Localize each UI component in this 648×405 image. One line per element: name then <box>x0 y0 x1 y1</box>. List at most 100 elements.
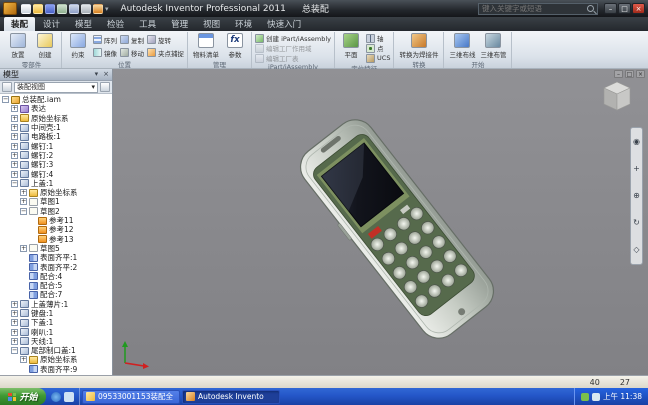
tree-item[interactable]: 表面齐平:9 <box>0 365 112 374</box>
expand-toggle-icon[interactable] <box>11 114 18 122</box>
print-icon[interactable] <box>81 3 91 14</box>
expand-toggle-icon[interactable] <box>11 142 18 150</box>
tree-item[interactable]: 螺钉:1 <box>0 141 112 151</box>
ribbon-small-button[interactable]: 移动 <box>120 46 144 59</box>
app-title: Autodesk Inventor Professional 2011 <box>120 3 286 14</box>
nav-pan-icon[interactable] <box>633 165 640 173</box>
tree-item[interactable]: 上盖薄片:1 <box>0 300 112 309</box>
application-menu-icon[interactable] <box>3 2 17 15</box>
nav-look-icon[interactable] <box>633 246 639 254</box>
expand-toggle-icon[interactable] <box>11 133 18 141</box>
ribbon-small-button[interactable]: 点 <box>366 43 390 53</box>
open-icon[interactable] <box>33 3 43 14</box>
taskbar-task[interactable]: 09533001153装配全 <box>82 389 180 404</box>
browser-search-icon[interactable] <box>100 82 110 92</box>
filter-icon[interactable] <box>2 82 12 92</box>
ribbon-tab[interactable]: 快速入门 <box>260 17 308 31</box>
tree-item[interactable]: 螺钉:3 <box>0 160 112 169</box>
expand-toggle-icon[interactable] <box>11 151 18 159</box>
nav-wheel-icon[interactable] <box>633 138 640 146</box>
qat-customize-chevron-icon[interactable]: ▾ <box>105 5 109 13</box>
tree-item[interactable]: 螺钉:4 <box>0 169 112 179</box>
doc-close-button[interactable] <box>636 70 645 78</box>
ribbon-big-button[interactable]: 三维布线 <box>447 32 477 59</box>
ribbon-big-button[interactable]: 创建 <box>32 32 58 59</box>
ribbon-small-button[interactable]: 夹点捕捉 <box>147 46 184 59</box>
expand-toggle-icon[interactable] <box>11 347 18 355</box>
expand-toggle-icon[interactable] <box>2 96 9 104</box>
expand-toggle-icon[interactable] <box>11 161 18 169</box>
tree-item[interactable]: 总装配.iam <box>0 95 112 104</box>
taskbar-task[interactable]: Autodesk Invento <box>182 389 280 404</box>
expand-toggle-icon[interactable] <box>11 124 18 132</box>
doc-minimize-button[interactable] <box>614 70 623 78</box>
ribbon-big-button[interactable]: 参数 <box>222 32 248 59</box>
graphics-viewport[interactable] <box>113 69 648 375</box>
nav-zoom-icon[interactable] <box>633 192 640 200</box>
tree-item[interactable]: 键盘:1 <box>0 309 112 318</box>
ribbon-small-button[interactable]: UCS <box>366 53 390 63</box>
tree-item[interactable]: 喇叭:1 <box>0 327 112 337</box>
tree-item[interactable]: 螺钉:2 <box>0 151 112 160</box>
show-desktop-icon[interactable] <box>64 391 74 402</box>
browser-view-dropdown[interactable]: 装配视图 ▾ <box>14 81 98 93</box>
expand-toggle-icon[interactable] <box>11 105 18 113</box>
browser-menu-chevron-icon[interactable]: ▾ <box>95 71 99 78</box>
ribbon-small-button[interactable]: 轴 <box>366 33 390 43</box>
expand-toggle-icon[interactable] <box>11 170 18 178</box>
expand-toggle-icon[interactable] <box>20 198 27 206</box>
ribbon-big-button[interactable]: 转换为焊接件 <box>397 32 440 59</box>
expand-toggle-icon[interactable] <box>11 179 18 187</box>
nav-orbit-icon[interactable] <box>633 219 640 227</box>
redo-icon[interactable] <box>69 3 79 14</box>
ie-icon[interactable] <box>51 391 61 402</box>
update-icon[interactable] <box>93 3 103 14</box>
ribbon-tab[interactable]: 工具 <box>132 17 163 31</box>
expand-toggle-icon[interactable] <box>20 189 27 197</box>
ribbon-small-button[interactable]: 创建 iPart/iAssembly <box>255 33 331 43</box>
search-icon[interactable] <box>587 5 594 12</box>
ribbon-tab[interactable]: 模型 <box>68 17 99 31</box>
volume-icon[interactable] <box>592 392 600 401</box>
ribbon-small-button[interactable]: 镜像 <box>93 46 117 59</box>
browser-close-icon[interactable]: × <box>103 71 109 78</box>
ribbon-small-button[interactable]: 旋转 <box>147 33 184 46</box>
ribbon-tab[interactable]: 环境 <box>228 17 259 31</box>
search-input[interactable] <box>482 4 584 13</box>
expand-toggle-icon[interactable] <box>20 356 27 364</box>
expand-toggle-icon[interactable] <box>11 337 18 345</box>
antivirus-tray-icon[interactable] <box>581 392 589 401</box>
ribbon-big-button[interactable]: 平面 <box>338 32 364 59</box>
expand-toggle-icon[interactable] <box>11 319 18 327</box>
tree-item[interactable]: 下盖:1 <box>0 318 112 327</box>
expand-toggle-icon[interactable] <box>20 244 27 252</box>
tree-item[interactable]: 电路板:1 <box>0 132 112 141</box>
new-file-icon[interactable] <box>21 3 31 14</box>
phone-assembly-model[interactable] <box>113 69 648 375</box>
doc-restore-button[interactable] <box>625 70 634 78</box>
save-icon[interactable] <box>45 3 55 14</box>
start-button[interactable]: 开始 <box>0 388 46 405</box>
expand-toggle-icon[interactable] <box>11 300 18 308</box>
ribbon-big-button[interactable]: 物料清单 <box>191 32 221 59</box>
ribbon-big-button[interactable]: 约束 <box>65 32 91 59</box>
expand-toggle-icon[interactable] <box>11 328 18 336</box>
view-cube[interactable] <box>600 79 634 113</box>
ribbon-big-button[interactable]: 三维布管 <box>478 32 508 59</box>
minimize-button[interactable] <box>604 3 617 14</box>
ribbon-tab[interactable]: 设计 <box>36 17 67 31</box>
ribbon-tab[interactable]: 视图 <box>196 17 227 31</box>
ribbon-tab[interactable]: 装配 <box>4 17 36 31</box>
ribbon-big-button[interactable]: 放置 <box>5 32 31 59</box>
expand-toggle-icon[interactable] <box>11 309 18 317</box>
close-button[interactable] <box>632 3 645 14</box>
ribbon-small-button[interactable]: 编辑工厂作用域 <box>255 43 331 53</box>
ribbon-small-button[interactable]: 编辑工厂表 <box>255 53 331 63</box>
undo-icon[interactable] <box>57 3 67 14</box>
ribbon-tab[interactable]: 管理 <box>164 17 195 31</box>
ribbon-small-button[interactable]: 阵列 <box>93 33 117 46</box>
maximize-button[interactable] <box>618 3 631 14</box>
ribbon-small-button[interactable]: 复制 <box>120 33 144 46</box>
ribbon-tab[interactable]: 检验 <box>100 17 131 31</box>
expand-toggle-icon[interactable] <box>20 207 27 215</box>
